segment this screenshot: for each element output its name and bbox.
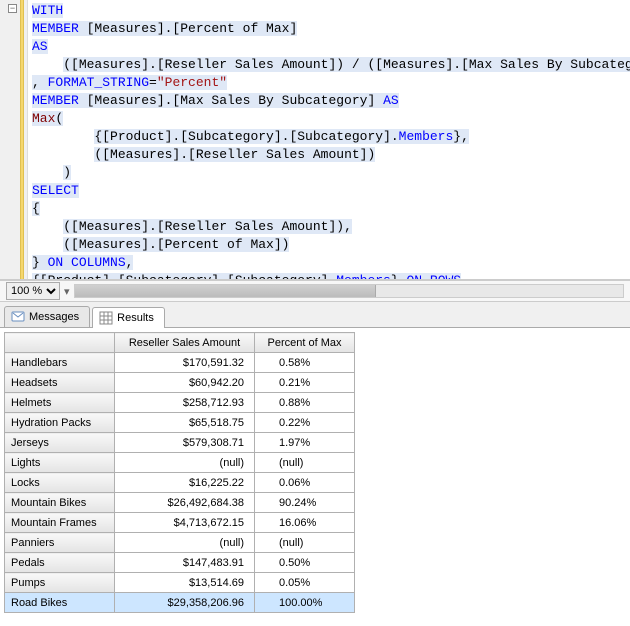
row-header[interactable]: Panniers xyxy=(5,533,115,553)
cell-percent[interactable]: 0.06% xyxy=(255,473,355,493)
cell-percent[interactable]: (null) xyxy=(255,453,355,473)
cell-amount[interactable]: $4,713,672.15 xyxy=(115,513,255,533)
row-header[interactable]: Lights xyxy=(5,453,115,473)
row-header[interactable]: Helmets xyxy=(5,393,115,413)
cell-percent[interactable]: 0.21% xyxy=(255,373,355,393)
cell-percent[interactable]: 0.58% xyxy=(255,353,355,373)
row-header[interactable]: Mountain Frames xyxy=(5,513,115,533)
table-row[interactable]: Mountain Frames$4,713,672.1516.06% xyxy=(5,513,355,533)
results-pane: Reseller Sales AmountPercent of Max Hand… xyxy=(0,328,630,626)
cell-percent[interactable]: 1.97% xyxy=(255,433,355,453)
tab-results[interactable]: Results xyxy=(92,307,165,328)
cell-amount[interactable]: $60,942.20 xyxy=(115,373,255,393)
table-row[interactable]: Helmets$258,712.930.88% xyxy=(5,393,355,413)
table-row[interactable]: Pedals$147,483.910.50% xyxy=(5,553,355,573)
table-row[interactable]: Jerseys$579,308.711.97% xyxy=(5,433,355,453)
tab-label: Results xyxy=(117,312,154,324)
cell-amount[interactable]: $16,225.22 xyxy=(115,473,255,493)
cell-amount[interactable]: $13,514.69 xyxy=(115,573,255,593)
table-header-row: Reseller Sales AmountPercent of Max xyxy=(5,333,355,353)
cell-percent[interactable]: 100.00% xyxy=(255,593,355,613)
table-row[interactable]: Headsets$60,942.200.21% xyxy=(5,373,355,393)
cell-percent[interactable]: 0.88% xyxy=(255,393,355,413)
collapse-toggle[interactable]: − xyxy=(8,4,17,13)
cell-percent[interactable]: 0.50% xyxy=(255,553,355,573)
table-row[interactable]: Road Bikes$29,358,206.96100.00% xyxy=(5,593,355,613)
cell-percent[interactable]: 0.22% xyxy=(255,413,355,433)
row-header[interactable]: Hydration Packs xyxy=(5,413,115,433)
column-header[interactable]: Reseller Sales Amount xyxy=(115,333,255,353)
zoom-step-down[interactable]: ▾ xyxy=(64,285,70,298)
corner-header[interactable] xyxy=(5,333,115,353)
horizontal-scrollbar[interactable] xyxy=(74,284,624,298)
row-header[interactable]: Handlebars xyxy=(5,353,115,373)
cell-percent[interactable]: 16.06% xyxy=(255,513,355,533)
cell-amount[interactable]: $26,492,684.38 xyxy=(115,493,255,513)
table-row[interactable]: Locks$16,225.220.06% xyxy=(5,473,355,493)
row-header[interactable]: Pumps xyxy=(5,573,115,593)
column-header[interactable]: Percent of Max xyxy=(255,333,355,353)
table-row[interactable]: Mountain Bikes$26,492,684.3890.24% xyxy=(5,493,355,513)
cell-amount[interactable]: $29,358,206.96 xyxy=(115,593,255,613)
zoom-bar: 100 % ▾ xyxy=(0,280,630,302)
cell-amount[interactable]: $147,483.91 xyxy=(115,553,255,573)
cell-amount[interactable]: (null) xyxy=(115,533,255,553)
zoom-select[interactable]: 100 % xyxy=(6,282,60,300)
row-header[interactable]: Locks xyxy=(5,473,115,493)
cell-percent[interactable]: (null) xyxy=(255,533,355,553)
editor-gutter: − xyxy=(0,0,28,279)
cell-amount[interactable]: (null) xyxy=(115,453,255,473)
table-row[interactable]: Lights(null)(null) xyxy=(5,453,355,473)
row-header[interactable]: Pedals xyxy=(5,553,115,573)
table-row[interactable]: Panniers(null)(null) xyxy=(5,533,355,553)
code-text[interactable]: WITH MEMBER [Measures].[Percent of Max] … xyxy=(28,0,630,279)
scrollbar-thumb[interactable] xyxy=(75,285,377,297)
row-header[interactable]: Headsets xyxy=(5,373,115,393)
table-row[interactable]: Pumps$13,514.690.05% xyxy=(5,573,355,593)
tab-label: Messages xyxy=(29,311,79,323)
cell-percent[interactable]: 0.05% xyxy=(255,573,355,593)
cell-amount[interactable]: $258,712.93 xyxy=(115,393,255,413)
results-icon xyxy=(99,311,113,325)
tab-messages[interactable]: Messages xyxy=(4,306,90,327)
result-tabs: Messages Results xyxy=(0,302,630,328)
row-header[interactable]: Jerseys xyxy=(5,433,115,453)
code-editor[interactable]: − WITH MEMBER [Measures].[Percent of Max… xyxy=(0,0,630,280)
cell-amount[interactable]: $170,591.32 xyxy=(115,353,255,373)
row-header[interactable]: Mountain Bikes xyxy=(5,493,115,513)
results-grid[interactable]: Reseller Sales AmountPercent of Max Hand… xyxy=(4,332,355,613)
cell-percent[interactable]: 90.24% xyxy=(255,493,355,513)
messages-icon xyxy=(11,310,25,324)
table-row[interactable]: Handlebars$170,591.320.58% xyxy=(5,353,355,373)
table-row[interactable]: Hydration Packs$65,518.750.22% xyxy=(5,413,355,433)
cell-amount[interactable]: $579,308.71 xyxy=(115,433,255,453)
cell-amount[interactable]: $65,518.75 xyxy=(115,413,255,433)
row-header[interactable]: Road Bikes xyxy=(5,593,115,613)
